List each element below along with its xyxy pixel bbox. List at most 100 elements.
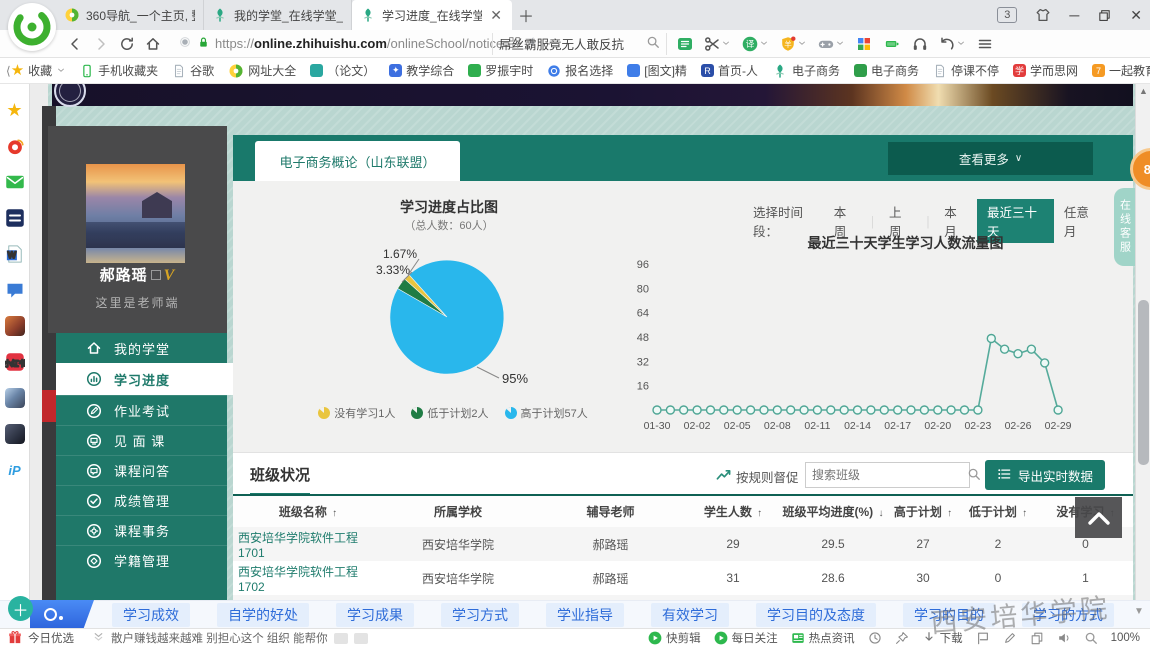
data-point[interactable] (1001, 345, 1009, 353)
column-header[interactable]: 所属学校 (383, 503, 533, 520)
scroll-to-top-button[interactable] (1075, 497, 1122, 538)
class-search-input[interactable] (812, 468, 967, 482)
view-more-button[interactable]: 查看更多∨ (888, 142, 1093, 175)
bookmark-item[interactable]: 7一起教育 (1092, 62, 1150, 79)
app-badge-icon[interactable] (5, 208, 25, 228)
shield-icon[interactable]: 羊 (780, 36, 807, 52)
word-doc-icon[interactable]: W (5, 244, 25, 264)
mail-icon[interactable] (5, 172, 25, 192)
chevron-down-icon[interactable] (835, 37, 845, 51)
history-icon[interactable] (868, 631, 882, 645)
data-point[interactable] (747, 406, 755, 414)
bookmark-item[interactable]: 报名选择 (547, 62, 613, 79)
tab-count-box[interactable]: 3 (997, 7, 1017, 23)
back-icon[interactable] (62, 32, 88, 56)
table-row[interactable]: 西安培华学院软件工程1701西安培华学院郝路瑶2929.52720 (233, 527, 1133, 561)
data-point[interactable] (1041, 359, 1049, 367)
sidebar-item-见面课[interactable]: 见 面 课 (56, 425, 227, 455)
bookmark-item[interactable]: 电子商务 (772, 62, 840, 79)
game-3-icon[interactable] (5, 424, 25, 444)
legend-item[interactable]: 低于计划2人 (411, 405, 488, 421)
data-point[interactable] (987, 335, 995, 343)
bookmark-item[interactable]: 电子商务 (854, 62, 919, 79)
column-header[interactable]: 班级平均进度(%) ↓ (778, 503, 888, 520)
data-point[interactable] (1054, 406, 1062, 414)
sidebar-item-作业考试[interactable]: 作业考试 (56, 395, 227, 425)
undo-icon[interactable] (939, 36, 966, 52)
data-point[interactable] (920, 406, 928, 414)
copy-icon[interactable] (1030, 631, 1044, 645)
legend-item[interactable]: 高于计划57人 (505, 405, 588, 421)
bookmark-item[interactable]: （论文） (310, 62, 375, 79)
bookmark-item[interactable]: 停课不停 (933, 62, 999, 79)
data-point[interactable] (760, 406, 768, 414)
data-point[interactable] (1027, 345, 1035, 353)
home-icon[interactable] (140, 32, 166, 56)
table-row[interactable]: 西安培华学院软件工程1702西安培华学院郝路瑶3128.63001 (233, 561, 1133, 595)
promote-by-rule-link[interactable]: 按规则督促 (716, 467, 799, 486)
bookmark-item[interactable]: 谷歌 (172, 62, 214, 79)
data-point[interactable] (867, 406, 875, 414)
ticker-text[interactable]: 散户赚钱越来越难 别担心这个 组织 能帮你 (111, 630, 328, 646)
sidebar-item-成绩管理[interactable]: 成绩管理 (56, 485, 227, 515)
quick-link[interactable]: 学习方式 (441, 603, 519, 627)
download-button[interactable]: 下载 (922, 630, 963, 646)
headset-icon[interactable] (912, 36, 928, 52)
column-header[interactable]: 辅导老师 (533, 503, 688, 520)
data-point[interactable] (894, 406, 902, 414)
pen-icon[interactable] (1003, 631, 1017, 645)
bookmark-item[interactable]: [图文]精 (627, 62, 687, 79)
battery-icon[interactable] (883, 37, 901, 51)
bookmark-item[interactable]: ★收藏 (11, 62, 66, 79)
gamepad-icon[interactable] (818, 36, 845, 52)
data-point[interactable] (854, 406, 862, 414)
sidebar-item-我的学堂[interactable]: 我的学堂 (56, 333, 227, 363)
restore-button[interactable] (1097, 8, 1112, 23)
chat-icon[interactable] (5, 280, 25, 300)
data-point[interactable] (813, 406, 821, 414)
bookmark-item[interactable]: 手机收藏夹 (80, 62, 158, 79)
favorites-star-icon[interactable]: ★ (5, 100, 25, 120)
bookmark-item[interactable]: 罗振宇时 (468, 62, 533, 79)
search-icon[interactable] (646, 35, 660, 52)
quick-link[interactable]: 学习的方式 (1022, 603, 1114, 627)
quick-link[interactable]: 学业指导 (546, 603, 624, 627)
sidebar-item-课程事务[interactable]: 课程事务 (56, 515, 227, 545)
data-point[interactable] (974, 406, 982, 414)
daily-picks-label[interactable]: 今日优选 (28, 630, 74, 646)
快剪辑-item[interactable]: 快剪辑 (648, 630, 701, 646)
data-point[interactable] (666, 406, 674, 414)
xiaohongshu-icon[interactable]: 小红书 (5, 352, 25, 372)
floating-search-button[interactable] (30, 600, 94, 628)
browser-logo[interactable] (8, 3, 56, 51)
course-tab[interactable]: 电子商务概论（山东联盟） (255, 141, 460, 181)
browser-tab[interactable]: 360导航_一个主页, 整个世界 (56, 0, 204, 30)
data-point[interactable] (934, 406, 942, 414)
browser-tab[interactable]: 我的学堂_在线学堂_智慧树 (204, 0, 352, 30)
data-point[interactable] (707, 406, 715, 414)
data-point[interactable] (680, 406, 688, 414)
avatar[interactable] (86, 164, 185, 263)
column-header[interactable]: 高于计划 ↑ (888, 503, 958, 520)
new-tab-button[interactable]: ＋ (512, 0, 540, 30)
gift-icon[interactable] (8, 630, 22, 647)
scrollbar-up-arrow[interactable]: ▲ (1136, 86, 1150, 96)
data-point[interactable] (693, 406, 701, 414)
pin-icon[interactable] (895, 631, 909, 645)
browser-search-box[interactable]: 屌丝霸服竟无人敢反抗 (492, 33, 667, 55)
sidebar-item-课程问答[interactable]: 课程问答 (56, 455, 227, 485)
chevron-down-icon[interactable] (797, 37, 807, 51)
data-point[interactable] (653, 406, 661, 414)
scrollbar-thumb[interactable] (1138, 300, 1149, 465)
bookmark-item[interactable]: R首页-人 (701, 62, 758, 79)
data-point[interactable] (961, 406, 969, 414)
class-search-box[interactable] (805, 462, 970, 488)
quick-link[interactable]: 有效学习 (651, 603, 729, 627)
quick-link[interactable]: 学习成果 (336, 603, 414, 627)
assistant-plus-button[interactable]: ＋ (8, 596, 33, 621)
chevron-down-icon[interactable] (56, 64, 66, 78)
refresh-icon[interactable] (114, 32, 140, 56)
data-point[interactable] (827, 406, 835, 414)
data-point[interactable] (720, 406, 728, 414)
ticker-expand-icon[interactable] (92, 630, 105, 646)
